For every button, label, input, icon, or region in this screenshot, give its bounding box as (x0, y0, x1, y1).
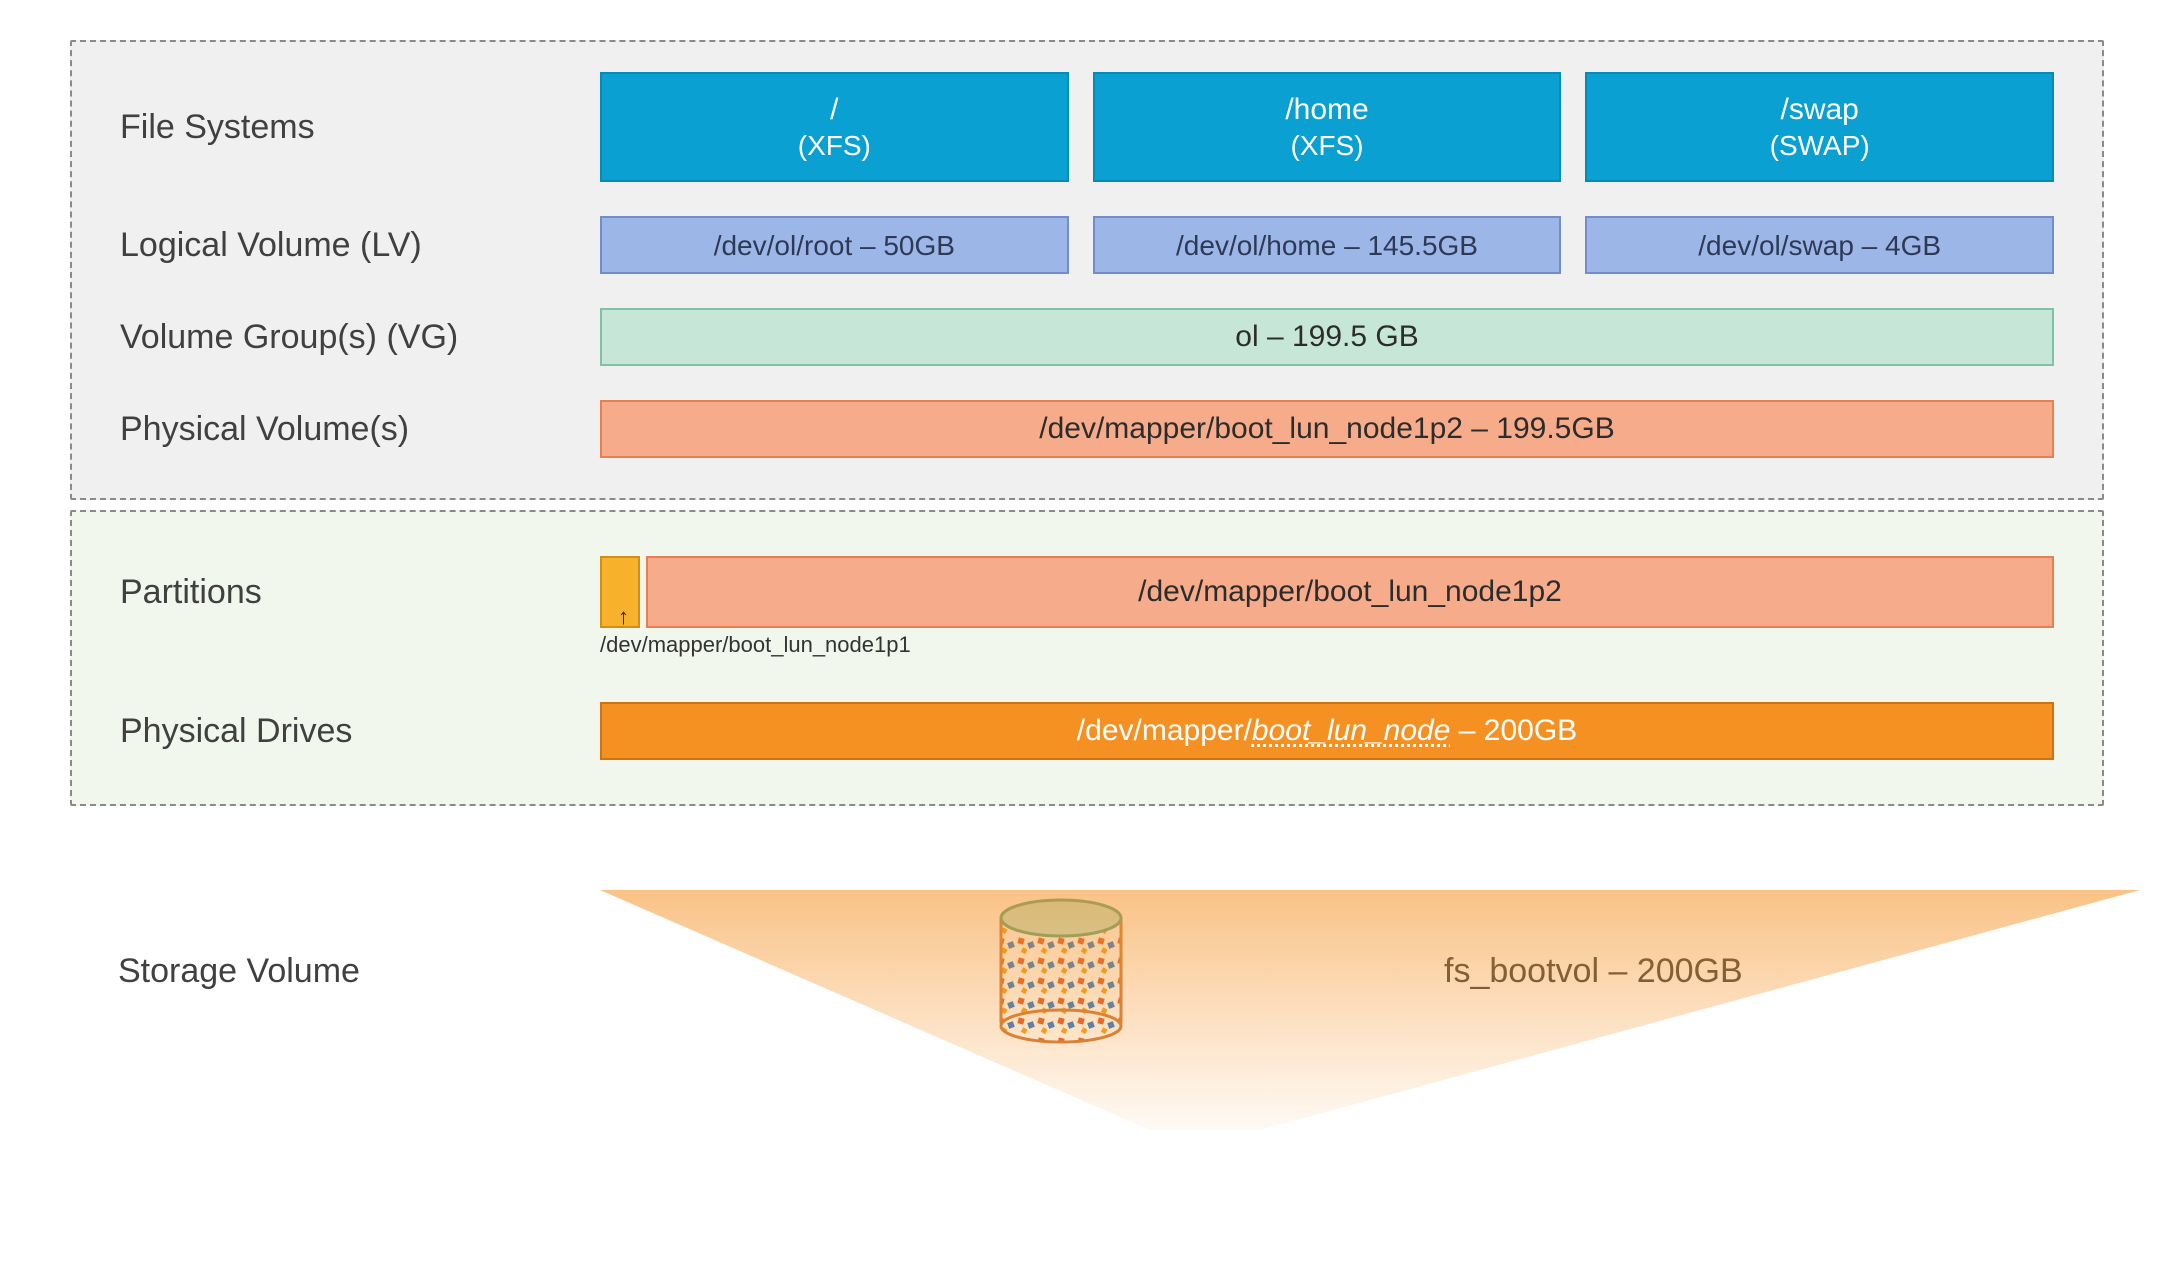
storage-volume-label: fs_bootvol – 200GB (1444, 952, 2104, 991)
label-logical-volume: Logical Volume (LV) (120, 226, 600, 265)
partition-p1-annotation: ↑ /dev/mapper/boot_lun_node1p1 (600, 632, 911, 658)
fs-home: /home (XFS) (1093, 72, 1562, 182)
vg-content: ol – 199.5 GB (600, 308, 2054, 366)
fs-root-type: (XFS) (798, 128, 871, 163)
vg-ol: ol – 199.5 GB (600, 308, 2054, 366)
row-file-systems: File Systems / (XFS) /home (XFS) /swap (… (120, 72, 2054, 182)
vg-ol-label: ol – 199.5 GB (1235, 318, 1418, 356)
physical-drive-suffix: – 200GB (1450, 714, 1577, 747)
label-storage-volume: Storage Volume (70, 952, 678, 991)
pv-boot-lun-label: /dev/mapper/boot_lun_node1p2 – 199.5GB (1039, 410, 1614, 448)
physical-drive: /dev/mapper/boot_lun_node – 200GB (600, 702, 2054, 760)
lv-home-label: /dev/ol/home – 145.5GB (1176, 228, 1478, 263)
row-physical-volume: Physical Volume(s) /dev/mapper/boot_lun_… (120, 400, 2054, 458)
row-volume-group: Volume Group(s) (VG) ol – 199.5 GB (120, 308, 2054, 366)
label-volume-group: Volume Group(s) (VG) (120, 318, 600, 357)
fs-root: / (XFS) (600, 72, 1069, 182)
file-systems-content: / (XFS) /home (XFS) /swap (SWAP) (600, 72, 2054, 182)
partition-p2-label: /dev/mapper/boot_lun_node1p2 (1138, 573, 1562, 611)
physical-drive-name: boot_lun_node (1252, 714, 1451, 747)
label-partitions: Partitions (120, 573, 600, 612)
arrow-up-icon: ↑ (618, 604, 629, 630)
fs-root-mount: / (830, 91, 838, 129)
storage-volume-cylinder-wrap (678, 896, 1444, 1046)
row-physical-drives: Physical Drives /dev/mapper/boot_lun_nod… (120, 702, 2054, 760)
fs-swap-type: (SWAP) (1770, 128, 1870, 163)
pv-boot-lun: /dev/mapper/boot_lun_node1p2 – 199.5GB (600, 400, 2054, 458)
disk-layers-panel: Partitions /dev/mapper/boot_lun_node1p2 … (70, 510, 2104, 806)
fs-home-type: (XFS) (1290, 128, 1363, 163)
lv-swap-label: /dev/ol/swap – 4GB (1698, 228, 1941, 263)
lv-content: /dev/ol/root – 50GB /dev/ol/home – 145.5… (600, 216, 2054, 274)
label-physical-drives: Physical Drives (120, 712, 600, 751)
partitions-content: /dev/mapper/boot_lun_node1p2 (600, 556, 2054, 628)
lv-root-label: /dev/ol/root – 50GB (714, 228, 955, 263)
row-partitions: Partitions /dev/mapper/boot_lun_node1p2 (120, 556, 2054, 628)
row-logical-volume: Logical Volume (LV) /dev/ol/root – 50GB … (120, 216, 2054, 274)
partition-p1-annotation-row: ↑ /dev/mapper/boot_lun_node1p1 (120, 632, 2054, 702)
storage-cylinder-icon (996, 896, 1126, 1046)
fs-swap-mount: /swap (1780, 91, 1858, 129)
label-physical-volume: Physical Volume(s) (120, 410, 600, 449)
lvm-layers-panel: File Systems / (XFS) /home (XFS) /swap (… (70, 40, 2104, 500)
lv-swap: /dev/ol/swap – 4GB (1585, 216, 2054, 274)
fs-swap: /swap (SWAP) (1585, 72, 2054, 182)
row-storage-volume: Storage Volume fs_bootvol – 200GB (70, 896, 2104, 1046)
fs-home-mount: /home (1285, 91, 1368, 129)
partition-p2: /dev/mapper/boot_lun_node1p2 (646, 556, 2054, 628)
lv-home: /dev/ol/home – 145.5GB (1093, 216, 1562, 274)
partition-p1-annotation-text: /dev/mapper/boot_lun_node1p1 (600, 632, 911, 657)
drive-content: /dev/mapper/boot_lun_node – 200GB (600, 702, 2054, 760)
lv-root: /dev/ol/root – 50GB (600, 216, 1069, 274)
physical-drive-label: /dev/mapper/boot_lun_node – 200GB (1077, 712, 1577, 750)
label-file-systems: File Systems (120, 108, 600, 147)
physical-drive-prefix: /dev/mapper/ (1077, 714, 1252, 747)
pv-content: /dev/mapper/boot_lun_node1p2 – 199.5GB (600, 400, 2054, 458)
